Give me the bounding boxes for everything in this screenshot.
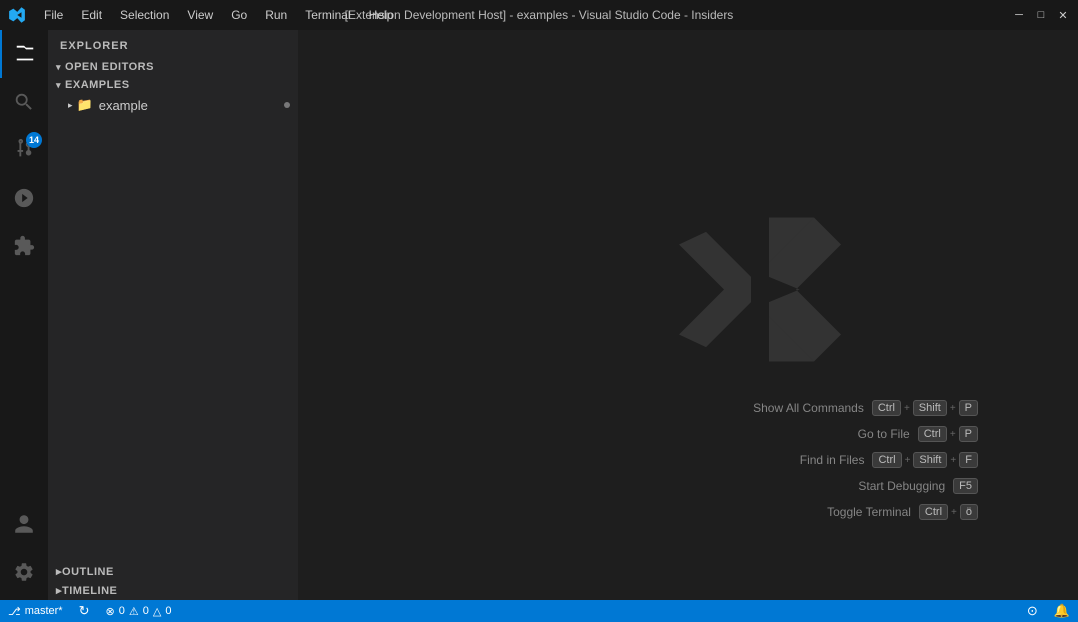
warning-icon: ⚠ [129,605,139,618]
source-control-badge: 14 [26,132,42,148]
outline-section[interactable]: ▸ OUTLINE [48,562,298,581]
start-debugging-keys: F5 [953,478,978,494]
menu-view[interactable]: View [179,6,221,24]
show-all-commands-label: Show All Commands [753,401,864,415]
main-layout: 14 EXPLO [0,30,1078,600]
kbd-ctrl-4: Ctrl [919,504,948,520]
triangle-count: 0 [165,605,171,617]
example-folder-item[interactable]: ▸ 📁 example [48,94,298,116]
kbd-shift-3: Shift [913,452,947,468]
triangle-icon: △ [153,605,161,618]
vscode-logo-icon [8,6,26,24]
shortcut-find-in-files: Find in Files Ctrl + Shift + F [753,452,978,468]
kbd-ctrl-3: Ctrl [872,452,901,468]
go-to-file-keys: Ctrl + P [918,426,978,442]
shortcut-go-to-file: Go to File Ctrl + P [753,426,978,442]
shortcuts-panel: Show All Commands Ctrl + Shift + P Go to… [753,400,978,520]
titlebar-left: File Edit Selection View Go Run Terminal… [8,6,401,24]
explorer-activity-icon[interactable] [0,30,48,78]
close-button[interactable]: ✕ [1056,8,1070,22]
find-in-files-keys: Ctrl + Shift + F [872,452,978,468]
sync-status-item[interactable]: ↻ [71,600,98,622]
kbd-shift-1: Shift [913,400,947,416]
shortcut-show-all-commands: Show All Commands Ctrl + Shift + P [753,400,978,416]
statusbar: ⎇ master* ↻ ⊗ 0 ⚠ 0 △ 0 ⊙ 🔔 [0,600,1078,622]
activity-bar: 14 [0,30,48,600]
titlebar: File Edit Selection View Go Run Terminal… [0,0,1078,30]
menu-go[interactable]: Go [223,6,255,24]
statusbar-left: ⎇ master* ↻ ⊗ 0 ⚠ 0 △ 0 [0,600,179,622]
go-to-file-label: Go to File [858,427,910,441]
remote-icon: ⊙ [1027,603,1038,619]
sidebar-title: EXPLORER [48,30,298,58]
timeline-section[interactable]: ▸ TIMELINE [48,581,298,600]
search-activity-icon[interactable] [0,78,48,126]
examples-section[interactable]: ▾ EXAMPLES [48,76,298,94]
errors-status-item[interactable]: ⊗ 0 ⚠ 0 △ 0 [98,600,180,622]
kbd-ctrl-2: Ctrl [918,426,947,442]
sync-icon: ↻ [79,603,90,619]
minimize-button[interactable]: ─ [1012,8,1026,22]
show-all-commands-keys: Ctrl + Shift + P [872,400,978,416]
menu-run[interactable]: Run [257,6,295,24]
maximize-button[interactable]: □ [1034,8,1048,22]
branch-status-item[interactable]: ⎇ master* [0,600,71,622]
run-debug-activity-icon[interactable] [0,174,48,222]
sidebar-bottom-sections: ▸ OUTLINE ▸ TIMELINE [48,562,298,600]
open-editors-section[interactable]: ▾ OPEN EDITORS [48,58,298,76]
watermark [670,200,850,410]
menu-edit[interactable]: Edit [73,6,110,24]
editor-area: Show All Commands Ctrl + Shift + P Go to… [298,30,1078,600]
window-controls: ─ □ ✕ [1012,8,1070,22]
toggle-terminal-keys: Ctrl + ö [919,504,978,520]
timeline-label: TIMELINE [62,585,117,597]
window-title: [Extension Development Host] - examples … [345,8,734,22]
statusbar-right: ⊙ 🔔 [1019,600,1078,622]
kbd-o-umlaut: ö [960,504,978,520]
start-debugging-label: Start Debugging [858,479,945,493]
kbd-f5: F5 [953,478,978,494]
watermark-logo-icon [670,200,850,380]
accounts-activity-icon[interactable] [0,500,48,548]
open-editors-chevron-icon: ▾ [56,62,61,73]
example-folder-label: example [99,98,148,113]
extensions-activity-icon[interactable] [0,222,48,270]
branch-name: master* [25,605,63,617]
modified-indicator [284,102,290,108]
menu-file[interactable]: File [36,6,71,24]
find-in-files-label: Find in Files [800,453,865,467]
kbd-ctrl-1: Ctrl [872,400,901,416]
open-editors-label: OPEN EDITORS [65,61,154,73]
folder-icon: 📁 [77,97,93,113]
remote-status-item[interactable]: ⊙ [1019,600,1046,622]
toggle-terminal-label: Toggle Terminal [827,505,911,519]
source-control-activity-icon[interactable]: 14 [0,126,48,174]
kbd-f-3: F [959,452,978,468]
examples-label: EXAMPLES [65,79,130,91]
branch-icon: ⎇ [8,605,21,618]
sidebar: EXPLORER ▾ OPEN EDITORS ▾ EXAMPLES ▸ 📁 e… [48,30,298,600]
example-folder-chevron-icon: ▸ [68,100,73,111]
menu-selection[interactable]: Selection [112,6,177,24]
shortcut-start-debugging: Start Debugging F5 [753,478,978,494]
warning-count: 0 [143,605,149,617]
kbd-p-2: P [959,426,978,442]
settings-activity-icon[interactable] [0,548,48,596]
activity-bar-bottom [0,500,48,600]
error-icon: ⊗ [106,605,115,618]
shortcut-toggle-terminal: Toggle Terminal Ctrl + ö [753,504,978,520]
notification-icon: 🔔 [1054,603,1070,619]
outline-label: OUTLINE [62,566,114,578]
error-count: 0 [119,605,125,617]
kbd-p-1: P [959,400,978,416]
notification-status-item[interactable]: 🔔 [1046,600,1078,622]
file-tree: ▸ 📁 example [48,94,298,562]
examples-chevron-icon: ▾ [56,80,61,91]
